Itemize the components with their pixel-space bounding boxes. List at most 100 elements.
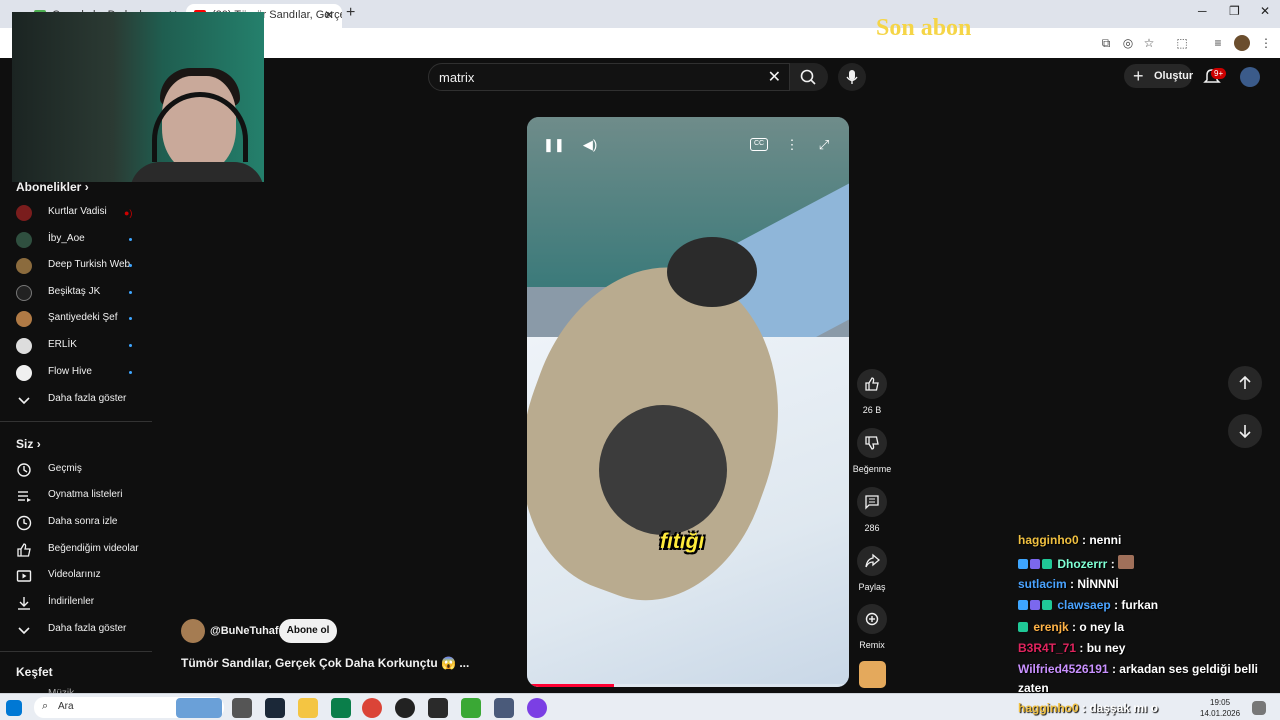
video-caption-text: fıtığı <box>660 530 705 553</box>
sidebar-item-subscription[interactable]: Beşiktaş JK <box>0 280 150 306</box>
volume-icon[interactable]: ◀) <box>580 135 600 155</box>
sidebar-item-downloads[interactable]: İndirilenler <box>0 590 150 616</box>
like-button[interactable]: 26 B <box>852 369 892 415</box>
chevron-right-icon: › <box>36 437 41 451</box>
sidebar-divider <box>0 421 152 422</box>
arrow-up-icon <box>1239 375 1251 389</box>
chat-message: sutlacim : NİNNNİ <box>1018 577 1119 591</box>
plus-icon: + <box>1133 66 1144 86</box>
extensions-icon[interactable]: ⬚ <box>1174 35 1190 51</box>
badge-icon <box>1030 559 1040 569</box>
store-icon[interactable] <box>331 698 351 718</box>
search-input[interactable]: matrix <box>439 70 474 85</box>
subscribe-button[interactable]: Abone ol <box>279 619 337 643</box>
notifications-icon[interactable] <box>1252 701 1266 715</box>
sidebar-item-history[interactable]: Geçmiş <box>0 457 150 483</box>
dislike-label: Beğenme <box>852 464 892 474</box>
search-button[interactable] <box>790 63 828 91</box>
channel-avatar[interactable] <box>181 619 205 643</box>
sidebar-item-subscription[interactable]: Deep Turkish Web <box>0 253 150 279</box>
comment-count: 286 <box>864 523 880 533</box>
install-app-icon[interactable]: ⧉ <box>1098 35 1114 51</box>
search-icon: ⌕ <box>42 700 49 712</box>
channel-handle[interactable]: @BuNeTuhaf <box>210 625 279 637</box>
shorts-video-player[interactable]: fıtığı ❚❚ ◀) CC ⋮ ⤢ <box>527 117 849 687</box>
tab-close-icon[interactable]: ✕ <box>324 8 334 22</box>
app-icon[interactable] <box>494 698 514 718</box>
chat-message: hagginho0 : daşşak mı o <box>1018 701 1159 715</box>
closed-captions-icon[interactable]: CC <box>750 138 768 151</box>
sidebar-item-subscription[interactable]: Şantiyedeki Şef <box>0 306 150 332</box>
stream-overlay-text: Son abon <box>876 15 972 41</box>
video-icon <box>16 570 32 582</box>
chevron-right-icon: › <box>84 180 89 194</box>
notification-count-badge: 9+ <box>1211 68 1227 79</box>
badge-icon <box>1030 600 1040 610</box>
sidebar-item-subscription[interactable]: Flow Hive <box>0 360 150 386</box>
sidebar-item-liked-videos[interactable]: Beğendiğim videolar <box>0 537 150 563</box>
sidebar-show-more[interactable]: Daha fazla göster <box>0 387 150 413</box>
new-tab-button[interactable]: + <box>346 4 355 22</box>
voice-search-button[interactable] <box>838 63 866 91</box>
video-progress-bar[interactable] <box>527 684 849 687</box>
comments-button[interactable]: 286 <box>852 487 892 533</box>
obs-icon[interactable] <box>395 698 415 718</box>
live-indicator-icon: ●) <box>124 208 133 218</box>
media-control-icon[interactable]: ≡ <box>1210 35 1226 51</box>
next-video-button[interactable] <box>1228 414 1262 448</box>
app-icon[interactable] <box>527 698 547 718</box>
thumbs-down-icon <box>865 436 879 450</box>
maximize-button[interactable]: ❐ <box>1229 4 1240 18</box>
create-button[interactable]: + Oluştur <box>1124 64 1193 88</box>
sound-thumbnail[interactable] <box>859 661 886 688</box>
webcam-overlay <box>12 12 264 182</box>
chevron-down-icon <box>18 397 30 405</box>
windows-start-icon[interactable] <box>6 700 22 716</box>
close-window-button[interactable]: ✕ <box>1260 4 1270 18</box>
sidebar-item-subscription[interactable]: ERLİK <box>0 333 150 359</box>
video-title[interactable]: Tümör Sandılar, Gerçek Çok Daha Korkunçt… <box>181 656 469 670</box>
sidebar-item-playlists[interactable]: Oynatma listeleri <box>0 483 150 509</box>
microphone-icon <box>846 70 858 84</box>
clear-search-icon[interactable]: ✕ <box>768 67 781 87</box>
chat-message: clawsaep : furkan <box>1018 598 1158 612</box>
share-button[interactable]: Paylaş <box>852 546 892 592</box>
bookmark-star-icon[interactable]: ☆ <box>1141 35 1157 51</box>
remix-button[interactable]: Remix <box>852 604 892 650</box>
app-icon[interactable] <box>461 698 481 718</box>
task-view-icon[interactable] <box>232 698 252 718</box>
dislike-button[interactable]: Beğenme <box>852 428 892 474</box>
pause-icon[interactable]: ❚❚ <box>543 135 565 155</box>
channel-avatar <box>16 311 32 327</box>
taskbar-clock[interactable]: 19:05 14.01.2026 <box>1200 697 1240 719</box>
chat-message: hagginho0 : nenni <box>1018 533 1122 547</box>
profile-avatar[interactable] <box>1234 35 1250 51</box>
clock-icon <box>16 515 32 531</box>
steam-icon[interactable] <box>265 698 285 718</box>
search-box[interactable]: matrix ✕ <box>428 63 790 91</box>
subscriptions-heading[interactable]: Abonelikler › <box>16 180 89 194</box>
previous-video-button[interactable] <box>1228 366 1262 400</box>
channel-avatar <box>16 365 32 381</box>
account-avatar[interactable] <box>1240 67 1260 87</box>
like-icon <box>17 543 31 557</box>
minimize-button[interactable]: ─ <box>1198 4 1207 18</box>
file-explorer-icon[interactable] <box>298 698 318 718</box>
chrome-icon[interactable] <box>362 698 382 718</box>
sidebar-item-subscription[interactable]: Kurtlar Vadisi ●) <box>0 200 150 226</box>
comment-icon <box>865 495 879 510</box>
chevron-down-icon <box>18 627 30 635</box>
sidebar-item-subscription[interactable]: İby_Aoe <box>0 227 150 253</box>
sidebar-item-watch-later[interactable]: Daha sonra izle <box>0 510 150 536</box>
fullscreen-icon[interactable]: ⤢ <box>814 135 834 155</box>
arrow-down-icon <box>1239 425 1251 439</box>
new-content-dot <box>129 317 132 320</box>
sidebar-item-your-videos[interactable]: Videolarınız <box>0 563 150 589</box>
you-heading[interactable]: Siz › <box>16 437 41 451</box>
badge-icon <box>1018 600 1028 610</box>
epic-games-icon[interactable] <box>428 698 448 718</box>
more-options-icon[interactable]: ⋮ <box>782 135 802 155</box>
browser-menu-icon[interactable]: ⋮ <box>1258 35 1274 51</box>
sidebar-show-more[interactable]: Daha fazla göster <box>0 617 150 643</box>
eye-off-icon[interactable]: ◎ <box>1120 35 1136 51</box>
